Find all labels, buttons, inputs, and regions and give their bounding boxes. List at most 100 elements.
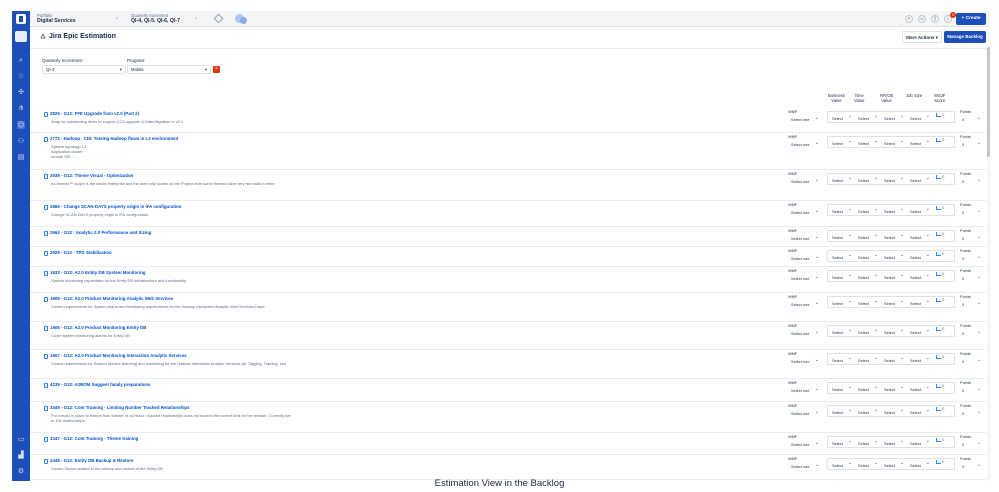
score-select[interactable]: Select	[830, 232, 854, 241]
scrollbar-thumb[interactable]	[987, 47, 990, 157]
wmf-select[interactable]: Select one	[788, 328, 822, 338]
wmf-select[interactable]: Select one	[788, 176, 822, 186]
score-select[interactable]: Select	[830, 327, 854, 336]
score-select[interactable]: Select	[908, 460, 932, 469]
score-select[interactable]: Select	[856, 355, 880, 364]
score-select[interactable]: Select	[856, 384, 880, 393]
plus-icon[interactable]: +	[905, 15, 913, 23]
score-select[interactable]: Select	[856, 327, 880, 336]
score-select[interactable]: Select	[856, 252, 880, 261]
epic-title-link[interactable]: 2664 - G12 : Analytic 2.0 Performance an…	[50, 230, 151, 235]
score-select[interactable]: Select	[908, 175, 932, 184]
wmf-select[interactable]: Select one	[788, 207, 822, 217]
score-select[interactable]: Select	[856, 298, 880, 307]
user-icon[interactable]: ☺	[918, 15, 926, 23]
points-select[interactable]: 0	[960, 328, 982, 338]
hierarchy-icon[interactable]: ⋔	[17, 104, 25, 112]
epic-title-link[interactable]: 2929 - G12 - TRS Stabilization	[50, 250, 112, 255]
wmf-select[interactable]: Select one	[788, 299, 822, 309]
epic-title-link[interactable]: 3349 - G12: Cont Training - Limiting Num…	[50, 405, 190, 410]
points-select[interactable]: 0	[960, 299, 982, 309]
score-select[interactable]: Select	[882, 175, 906, 184]
points-select[interactable]: 0	[960, 408, 982, 418]
wmf-select[interactable]: Select one	[788, 139, 822, 149]
points-select[interactable]: 0	[960, 176, 982, 186]
score-select[interactable]: Select	[830, 298, 854, 307]
wmf-select[interactable]: Select one	[788, 253, 822, 263]
score-select[interactable]: Select	[908, 252, 932, 261]
score-select[interactable]: Select	[908, 355, 932, 364]
score-select[interactable]: Select	[882, 327, 906, 336]
wmf-select[interactable]: Select one	[788, 461, 822, 471]
score-select[interactable]: Select	[830, 272, 854, 281]
portfolio-crumb[interactable]: Portfolio Digital Services	[37, 13, 76, 24]
settings-icon[interactable]: ⚙	[17, 467, 25, 475]
epic-title-link[interactable]: 2866 - Change SCAN-DAYS property origin …	[50, 204, 181, 209]
score-select[interactable]: Select	[856, 272, 880, 281]
score-select[interactable]: Select	[830, 355, 854, 364]
epic-title-link[interactable]: 1606 - G12: A2.0 Product Monitoring Enti…	[50, 325, 146, 330]
qi-crumb[interactable]: Quarterly Increment QI-4, QI-5, QI-6, QI…	[131, 13, 180, 24]
points-select[interactable]: 0	[960, 461, 982, 471]
score-select[interactable]: Select	[856, 138, 880, 147]
epic-title-link[interactable]: 2772 - Hadoop _CDI: Testing Hadoop flows…	[50, 136, 178, 141]
score-select[interactable]: Select	[830, 138, 854, 147]
wmf-select[interactable]: Select one	[788, 114, 822, 124]
score-select[interactable]: Select	[830, 460, 854, 469]
score-select[interactable]: Select	[856, 438, 880, 447]
manage-backlog-button[interactable]: Manage Backlog	[944, 31, 986, 43]
score-select[interactable]: Select	[856, 206, 880, 215]
wmf-select[interactable]: Select one	[788, 273, 822, 283]
score-select[interactable]: Select	[830, 206, 854, 215]
monitor-icon[interactable]: ▭	[17, 435, 25, 443]
score-select[interactable]: Select	[882, 232, 906, 241]
score-select[interactable]: Select	[908, 206, 932, 215]
board-icon[interactable]: ▤	[17, 153, 25, 161]
teams-icon[interactable]: ⚇	[17, 137, 25, 145]
points-select[interactable]: 0	[960, 139, 982, 149]
score-select[interactable]: Select	[882, 438, 906, 447]
score-select[interactable]: Select	[830, 438, 854, 447]
wmf-select[interactable]: Select one	[788, 385, 822, 395]
score-select[interactable]: Select	[830, 384, 854, 393]
wmf-select[interactable]: Select one	[788, 439, 822, 449]
wmf-select[interactable]: Select one	[788, 356, 822, 366]
score-select[interactable]: Select	[830, 175, 854, 184]
epic-title-link[interactable]: 2939 - G12: Theme Visual - Optimization	[50, 173, 133, 178]
score-select[interactable]: Select	[856, 232, 880, 241]
points-select[interactable]: 0	[960, 207, 982, 217]
epic-title-link[interactable]: 4239 - G12: A2BOM Suggest family prepara…	[50, 382, 151, 387]
epic-title-link[interactable]: 1607 - G12: A2.0 Product Monitoring Inte…	[50, 353, 187, 358]
wmf-select[interactable]: Select one	[788, 233, 822, 243]
points-select[interactable]: 0	[960, 439, 982, 449]
points-select[interactable]: 0	[960, 253, 982, 263]
score-select[interactable]: Select	[882, 407, 906, 416]
points-select[interactable]: 0	[960, 114, 982, 124]
search-icon[interactable]: ⌕	[17, 56, 25, 64]
score-select[interactable]: Select	[856, 113, 880, 122]
score-select[interactable]: Select	[882, 113, 906, 122]
score-select[interactable]: Select	[830, 113, 854, 122]
score-select[interactable]: Select	[882, 384, 906, 393]
program-filter-select[interactable]: Mobile	[127, 65, 211, 74]
score-select[interactable]: Select	[882, 272, 906, 281]
score-select[interactable]: Select	[882, 298, 906, 307]
score-select[interactable]: Select	[908, 327, 932, 336]
score-select[interactable]: Select	[882, 252, 906, 261]
qi-filter-select[interactable]: QI-4	[42, 65, 126, 74]
score-select[interactable]: Select	[882, 355, 906, 364]
points-select[interactable]: 0	[960, 233, 982, 243]
score-select[interactable]: Select	[856, 460, 880, 469]
score-select[interactable]: Select	[908, 298, 932, 307]
epic-title-link[interactable]: 2449 - G12: Entity DB Backup & Restore	[50, 458, 133, 463]
points-select[interactable]: 0	[960, 385, 982, 395]
score-select[interactable]: Select	[856, 407, 880, 416]
score-select[interactable]: Select	[908, 407, 932, 416]
star-icon[interactable]: ☆	[17, 72, 25, 80]
diamond-icon[interactable]	[213, 13, 224, 24]
score-select[interactable]: Select	[882, 138, 906, 147]
reports-icon[interactable]: ▟	[17, 451, 25, 459]
clipboard-icon[interactable]: ▯	[931, 15, 939, 23]
score-select[interactable]: Select	[882, 460, 906, 469]
clear-filter-button[interactable]: ×	[213, 66, 220, 73]
